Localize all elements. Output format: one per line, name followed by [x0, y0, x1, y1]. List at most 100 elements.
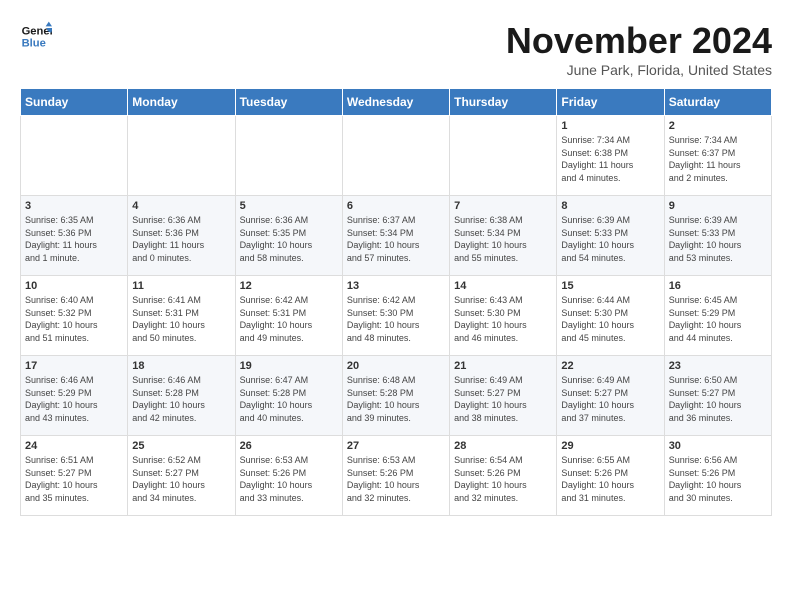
calendar-cell: 4 Sunrise: 6:36 AM Sunset: 5:36 PM Daylig…: [128, 196, 235, 276]
day-number: 28: [454, 440, 552, 452]
svg-text:General: General: [22, 25, 52, 37]
calendar-cell: 27 Sunrise: 6:53 AM Sunset: 5:26 PM Dayli…: [342, 436, 449, 516]
calendar-cell: 11 Sunrise: 6:41 AM Sunset: 5:31 PM Dayli…: [128, 276, 235, 356]
day-number: 3: [25, 200, 123, 212]
day-number: 21: [454, 360, 552, 372]
day-number: 9: [669, 200, 767, 212]
weekday-header-row: SundayMondayTuesdayWednesdayThursdayFrid…: [21, 89, 772, 116]
day-number: 1: [561, 120, 659, 132]
calendar-cell: 26Sunrise: 6:53 AM Sunset: 5:26 PM Dayli…: [235, 436, 342, 516]
day-number: 15: [561, 280, 659, 292]
day-number: 16: [669, 280, 767, 292]
day-info: Sunrise: 6:37 AM Sunset: 5:34 PM Dayligh…: [347, 214, 445, 264]
day-number: 11: [132, 280, 230, 292]
calendar-cell: [235, 116, 342, 196]
day-number: 2: [669, 120, 767, 132]
day-info: Sunrise: 6:42 AM Sunset: 5:30 PM Dayligh…: [347, 294, 445, 344]
calendar-cell: [450, 116, 557, 196]
calendar-row: 24 Sunrise: 6:51 AM Sunset: 5:27 PM Dayli…: [21, 436, 772, 516]
weekday-header: Monday: [128, 89, 235, 116]
day-number: 20: [347, 360, 445, 372]
day-number: 12: [240, 280, 338, 292]
calendar-cell: 8Sunrise: 6:39 AM Sunset: 5:33 PM Daylig…: [557, 196, 664, 276]
calendar-cell: 18 Sunrise: 6:46 AM Sunset: 5:28 PM Dayli…: [128, 356, 235, 436]
day-number: 19: [240, 360, 338, 372]
weekday-header: Wednesday: [342, 89, 449, 116]
svg-text:Blue: Blue: [22, 37, 46, 49]
day-info: Sunrise: 6:51 AM Sunset: 5:27 PM Dayligh…: [25, 454, 123, 504]
weekday-header: Tuesday: [235, 89, 342, 116]
calendar-cell: 24 Sunrise: 6:51 AM Sunset: 5:27 PM Dayli…: [21, 436, 128, 516]
day-number: 10: [25, 280, 123, 292]
calendar-cell: [342, 116, 449, 196]
calendar-cell: 10 Sunrise: 6:40 AM Sunset: 5:32 PM Dayli…: [21, 276, 128, 356]
weekday-header: Friday: [557, 89, 664, 116]
day-info: Sunrise: 6:48 AM Sunset: 5:28 PM Dayligh…: [347, 374, 445, 424]
location-subtitle: June Park, Florida, United States: [506, 62, 772, 78]
calendar-cell: 14 Sunrise: 6:43 AM Sunset: 5:30 PM Dayli…: [450, 276, 557, 356]
day-info: Sunrise: 6:36 AM Sunset: 5:36 PM Dayligh…: [132, 214, 230, 264]
day-info: Sunrise: 6:39 AM Sunset: 5:33 PM Dayligh…: [669, 214, 767, 264]
day-number: 27: [347, 440, 445, 452]
calendar-cell: [21, 116, 128, 196]
calendar-cell: 2 Sunrise: 7:34 AM Sunset: 6:37 PM Daylig…: [664, 116, 771, 196]
calendar-cell: 20 Sunrise: 6:48 AM Sunset: 5:28 PM Dayli…: [342, 356, 449, 436]
title-section: November 2024 June Park, Florida, United…: [506, 20, 772, 78]
day-info: Sunrise: 6:54 AM Sunset: 5:26 PM Dayligh…: [454, 454, 552, 504]
day-number: 25: [132, 440, 230, 452]
calendar-cell: 6 Sunrise: 6:37 AM Sunset: 5:34 PM Daylig…: [342, 196, 449, 276]
day-number: 7: [454, 200, 552, 212]
logo-icon: General Blue: [20, 20, 52, 52]
calendar-cell: 5 Sunrise: 6:36 AM Sunset: 5:35 PM Daylig…: [235, 196, 342, 276]
calendar-cell: 23Sunrise: 6:50 AM Sunset: 5:27 PM Dayli…: [664, 356, 771, 436]
weekday-header: Thursday: [450, 89, 557, 116]
day-number: 18: [132, 360, 230, 372]
calendar-cell: 15 Sunrise: 6:44 AM Sunset: 5:30 PM Dayli…: [557, 276, 664, 356]
calendar-cell: 28 Sunrise: 6:54 AM Sunset: 5:26 PM Dayli…: [450, 436, 557, 516]
day-info: Sunrise: 6:49 AM Sunset: 5:27 PM Dayligh…: [454, 374, 552, 424]
day-number: 24: [25, 440, 123, 452]
day-info: Sunrise: 6:43 AM Sunset: 5:30 PM Dayligh…: [454, 294, 552, 344]
calendar-cell: 30 Sunrise: 6:56 AM Sunset: 5:26 PM Dayli…: [664, 436, 771, 516]
day-info: Sunrise: 6:38 AM Sunset: 5:34 PM Dayligh…: [454, 214, 552, 264]
day-number: 13: [347, 280, 445, 292]
calendar-cell: 1Sunrise: 7:34 AM Sunset: 6:38 PM Daylig…: [557, 116, 664, 196]
calendar-table: SundayMondayTuesdayWednesdayThursdayFrid…: [20, 88, 772, 516]
calendar-cell: 16Sunrise: 6:45 AM Sunset: 5:29 PM Dayli…: [664, 276, 771, 356]
calendar-cell: 19 Sunrise: 6:47 AM Sunset: 5:28 PM Dayli…: [235, 356, 342, 436]
day-info: Sunrise: 6:52 AM Sunset: 5:27 PM Dayligh…: [132, 454, 230, 504]
day-info: Sunrise: 6:47 AM Sunset: 5:28 PM Dayligh…: [240, 374, 338, 424]
calendar-cell: 25 Sunrise: 6:52 AM Sunset: 5:27 PM Dayli…: [128, 436, 235, 516]
day-info: Sunrise: 6:55 AM Sunset: 5:26 PM Dayligh…: [561, 454, 659, 504]
day-number: 30: [669, 440, 767, 452]
day-number: 8: [561, 200, 659, 212]
day-info: Sunrise: 6:41 AM Sunset: 5:31 PM Dayligh…: [132, 294, 230, 344]
weekday-header: Sunday: [21, 89, 128, 116]
day-info: Sunrise: 6:42 AM Sunset: 5:31 PM Dayligh…: [240, 294, 338, 344]
day-number: 6: [347, 200, 445, 212]
day-info: Sunrise: 7:34 AM Sunset: 6:37 PM Dayligh…: [669, 134, 767, 184]
calendar-cell: 7 Sunrise: 6:38 AM Sunset: 5:34 PM Daylig…: [450, 196, 557, 276]
day-number: 5: [240, 200, 338, 212]
day-info: Sunrise: 6:44 AM Sunset: 5:30 PM Dayligh…: [561, 294, 659, 344]
day-info: Sunrise: 6:50 AM Sunset: 5:27 PM Dayligh…: [669, 374, 767, 424]
calendar-cell: [128, 116, 235, 196]
calendar-cell: 3Sunrise: 6:35 AM Sunset: 5:36 PM Daylig…: [21, 196, 128, 276]
day-info: Sunrise: 6:56 AM Sunset: 5:26 PM Dayligh…: [669, 454, 767, 504]
day-number: 29: [561, 440, 659, 452]
logo: General Blue: [20, 20, 52, 52]
calendar-cell: 9 Sunrise: 6:39 AM Sunset: 5:33 PM Daylig…: [664, 196, 771, 276]
calendar-cell: 29 Sunrise: 6:55 AM Sunset: 5:26 PM Dayli…: [557, 436, 664, 516]
calendar-cell: 22 Sunrise: 6:49 AM Sunset: 5:27 PM Dayli…: [557, 356, 664, 436]
calendar-cell: 17Sunrise: 6:46 AM Sunset: 5:29 PM Dayli…: [21, 356, 128, 436]
day-info: Sunrise: 6:46 AM Sunset: 5:28 PM Dayligh…: [132, 374, 230, 424]
day-info: Sunrise: 6:40 AM Sunset: 5:32 PM Dayligh…: [25, 294, 123, 344]
day-info: Sunrise: 6:49 AM Sunset: 5:27 PM Dayligh…: [561, 374, 659, 424]
day-number: 22: [561, 360, 659, 372]
day-number: 4: [132, 200, 230, 212]
day-number: 26: [240, 440, 338, 452]
day-number: 14: [454, 280, 552, 292]
calendar-cell: 21 Sunrise: 6:49 AM Sunset: 5:27 PM Dayli…: [450, 356, 557, 436]
day-info: Sunrise: 6:36 AM Sunset: 5:35 PM Dayligh…: [240, 214, 338, 264]
day-info: Sunrise: 6:53 AM Sunset: 5:26 PM Dayligh…: [347, 454, 445, 504]
